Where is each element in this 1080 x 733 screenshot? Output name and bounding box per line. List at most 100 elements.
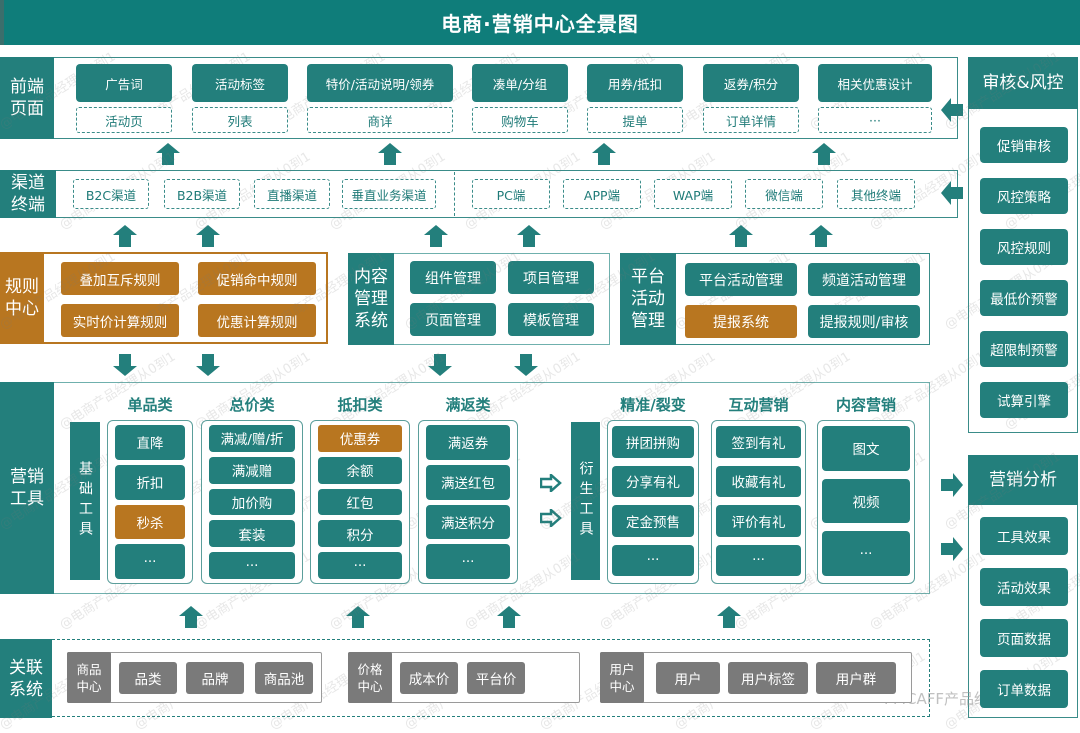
arrow-up-icon (812, 143, 836, 165)
tool-item[interactable]: ··· (318, 552, 402, 579)
terminal-item[interactable]: APP端 (563, 179, 641, 209)
related-item[interactable]: 成本价 (400, 662, 458, 694)
cms-item[interactable]: 组件管理 (410, 261, 496, 294)
rule-item[interactable]: 优惠计算规则 (198, 304, 316, 337)
terminal-item[interactable]: PC端 (472, 179, 550, 209)
platform-item[interactable]: 提报规则/审核 (808, 305, 920, 338)
frontend-page-item[interactable]: 列表 (192, 107, 288, 133)
arrow-up-icon (378, 143, 402, 165)
tool-item[interactable]: ··· (115, 544, 185, 579)
tool-item[interactable]: 红包 (318, 488, 402, 516)
tool-item[interactable]: 加价购 (209, 488, 295, 516)
frontend-page-item[interactable]: 活动页 (76, 107, 172, 133)
tool-item[interactable]: 折扣 (115, 464, 185, 500)
arrow-up-icon (424, 225, 448, 247)
terminal-item[interactable]: 微信端 (745, 179, 823, 209)
tool-item[interactable]: ··· (822, 531, 910, 576)
frontend-feature-button[interactable]: 特价/活动说明/领券 (307, 64, 453, 102)
platform-item[interactable]: 频道活动管理 (808, 263, 920, 296)
frontend-page-item[interactable]: 商详 (307, 107, 453, 133)
frontend-page-item[interactable]: ··· (818, 107, 932, 133)
arrow-up-icon (346, 606, 370, 628)
related-group-label: 价格 中心 (348, 652, 392, 703)
frontend-feature-button[interactable]: 用券/抵扣 (587, 64, 683, 102)
tool-column-title: 精准/裂变 (620, 396, 686, 414)
tool-item[interactable]: ··· (612, 544, 694, 576)
frontend-page-item[interactable]: 购物车 (472, 107, 568, 133)
arrow-up-icon (592, 143, 616, 165)
frontend-page-item[interactable]: 订单详情 (703, 107, 799, 133)
platform-item[interactable]: 平台活动管理 (685, 263, 797, 296)
related-item[interactable]: 商品池 (255, 662, 313, 694)
audit-item[interactable]: 风控策略 (980, 178, 1068, 214)
tool-item[interactable]: 评价有礼 (716, 505, 801, 537)
frontend-feature-button[interactable]: 活动标签 (192, 64, 288, 102)
arrow-up-icon (196, 225, 220, 247)
tool-item[interactable]: 视频 (822, 478, 910, 524)
tool-item[interactable]: 积分 (318, 520, 402, 548)
rule-item[interactable]: 实时价计算规则 (61, 304, 179, 337)
related-item[interactable]: 品牌 (186, 662, 244, 694)
tool-item[interactable]: ··· (209, 552, 295, 579)
audit-item[interactable]: 风控规则 (980, 229, 1068, 265)
tool-item[interactable]: 满送积分 (426, 504, 510, 540)
tool-item[interactable]: 收藏有礼 (716, 465, 801, 497)
arrow-down-icon (514, 354, 538, 376)
tool-item[interactable]: 直降 (115, 425, 185, 460)
tool-item[interactable]: 分享有礼 (612, 465, 694, 497)
audit-item[interactable]: 超限制预警 (980, 331, 1068, 367)
audit-item[interactable]: 试算引擎 (980, 382, 1068, 418)
analysis-title: 营销分析 (968, 455, 1078, 505)
related-item[interactable]: 用户 (656, 662, 720, 694)
cms-item[interactable]: 模板管理 (508, 303, 594, 336)
tool-column-title: 总价类 (229, 396, 275, 414)
tool-item[interactable]: 拼团拼购 (612, 426, 694, 458)
frontend-feature-button[interactable]: 返券/积分 (703, 64, 799, 102)
cms-item[interactable]: 页面管理 (410, 303, 496, 336)
tool-item[interactable]: 套装 (209, 520, 295, 548)
tool-item[interactable]: 图文 (822, 426, 910, 471)
tool-item[interactable]: 余额 (318, 456, 402, 484)
tool-item[interactable]: 满返券 (426, 425, 510, 460)
arrow-up-icon (113, 225, 137, 247)
tool-item[interactable]: ··· (426, 544, 510, 579)
frontend-feature-button[interactable]: 相关优惠设计 (818, 64, 932, 102)
rule-item[interactable]: 促销命中规则 (198, 262, 316, 295)
cms-item[interactable]: 项目管理 (508, 261, 594, 294)
tool-item[interactable]: 秒杀 (115, 504, 185, 540)
tool-item[interactable]: 签到有礼 (716, 426, 801, 458)
analysis-item[interactable]: 页面数据 (980, 619, 1068, 657)
title-bar-stub (0, 0, 4, 45)
terminal-item[interactable]: WAP端 (654, 179, 732, 209)
platform-item[interactable]: 提报系统 (685, 305, 797, 338)
channel-item[interactable]: B2B渠道 (164, 179, 240, 209)
frontend-label-text: 前端 页面 (10, 77, 44, 119)
audit-item[interactable]: 促销审核 (980, 127, 1068, 163)
rule-item[interactable]: 叠加互斥规则 (61, 262, 179, 295)
audit-item[interactable]: 最低价预警 (980, 280, 1068, 316)
channel-item[interactable]: 垂直业务渠道 (342, 179, 436, 209)
related-item[interactable]: 平台价 (467, 662, 525, 694)
analysis-item[interactable]: 活动效果 (980, 568, 1068, 606)
analysis-item[interactable]: 订单数据 (980, 670, 1068, 708)
tool-item[interactable]: 定金预售 (612, 505, 694, 537)
tool-item[interactable]: 满减赠 (209, 456, 295, 484)
tool-item[interactable]: ··· (716, 544, 801, 576)
tool-item[interactable]: 满送红包 (426, 464, 510, 500)
related-item[interactable]: 用户群 (816, 662, 896, 694)
tool-item[interactable]: 满减/赠/折 (209, 425, 295, 452)
channel-item[interactable]: 直播渠道 (254, 179, 330, 209)
related-item[interactable]: 用户标签 (728, 662, 808, 694)
tool-item[interactable]: 优惠券 (318, 425, 402, 452)
channel-item[interactable]: B2C渠道 (73, 179, 149, 209)
arrow-up-icon (497, 606, 521, 628)
analysis-item[interactable]: 工具效果 (980, 517, 1068, 555)
related-systems-label-text: 关联 系统 (9, 657, 43, 700)
related-item[interactable]: 品类 (119, 662, 177, 694)
frontend-feature-button[interactable]: 凑单/分组 (472, 64, 568, 102)
terminal-item[interactable]: 其他终端 (837, 179, 915, 209)
page-title: 电商·营销中心全景图 (441, 12, 639, 36)
frontend-page-item[interactable]: 提单 (587, 107, 683, 133)
frontend-feature-button[interactable]: 广告词 (76, 64, 172, 102)
arrow-right-icon (941, 473, 963, 497)
